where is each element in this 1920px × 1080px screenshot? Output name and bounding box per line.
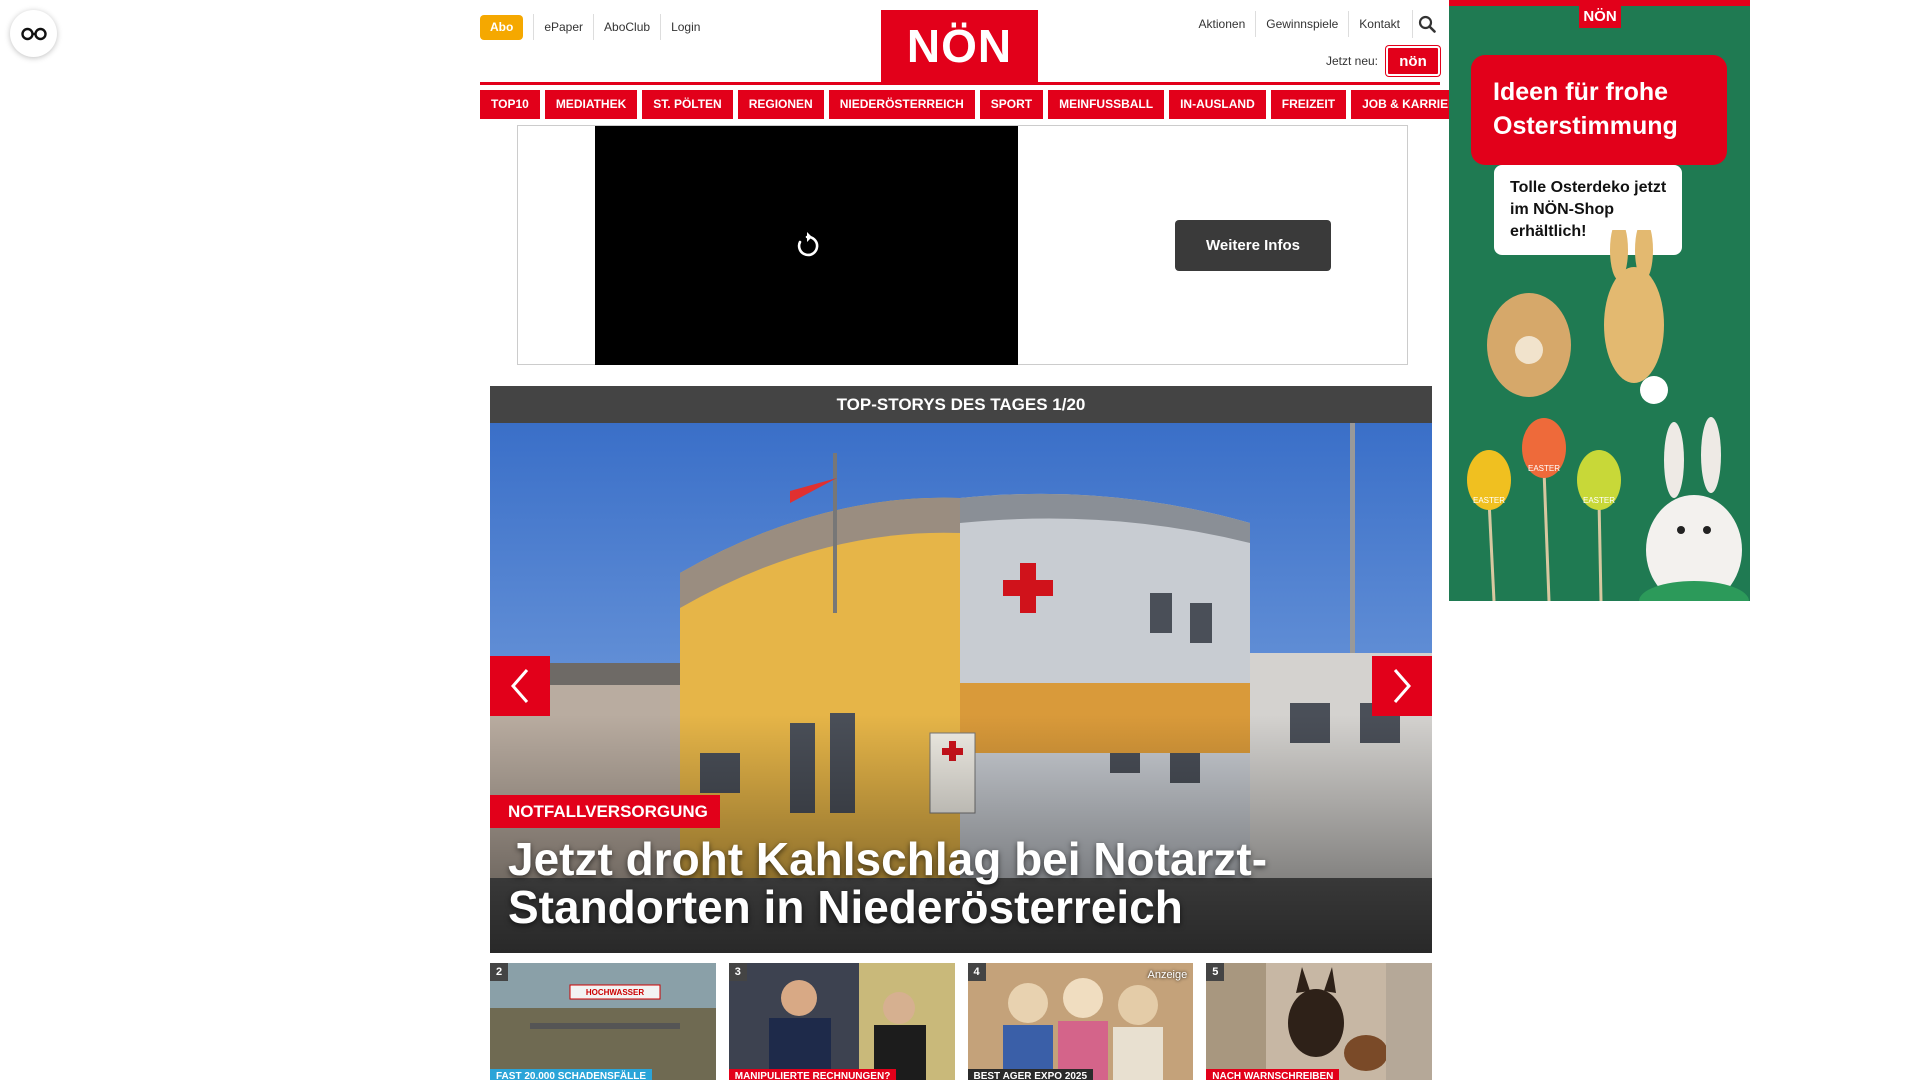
epaper-link[interactable]: ePaper [533,14,593,40]
jetzt-neu-promo[interactable]: Jetzt neu: nön [1326,46,1440,76]
header: Abo ePaper AboClub Login NÖN Aktionen Ge… [480,0,1440,82]
nav-item-mediathek[interactable]: MEDIATHEK [544,90,638,119]
hochwasser-sign-text: HOCHWASSER [586,988,644,997]
nav-item-sport[interactable]: SPORT [979,90,1044,119]
search-icon [1418,15,1436,33]
story-thumb-label: MANIPULIERTE RECHNUNGEN? [728,1069,897,1080]
reader-mode-button[interactable] [10,10,57,57]
ad-headline: Ideen für frohe Osterstimmung [1471,55,1727,165]
story-thumb-label: FAST 20.000 SCHADENSFÄLLE [490,1069,653,1080]
nav-item-meinfussball[interactable]: MEINFUSSBALL [1048,90,1165,119]
site-container: Abo ePaper AboClub Login NÖN Aktionen Ge… [480,0,1476,1080]
login-link[interactable]: Login [660,14,710,40]
story-number: 2 [490,963,508,981]
story-thumb-label: NACH WARNSCHREIBEN [1206,1069,1340,1080]
chevron-left-icon [511,669,529,703]
abo-button[interactable]: Abo [480,14,524,40]
story-number: 3 [728,963,747,981]
prev-story-button[interactable] [490,656,550,716]
egg-label: EASTER [1473,496,1505,505]
nav-item-in-ausland[interactable]: IN-AUSLAND [1169,90,1266,119]
story-thumb-5[interactable]: 5 NACH WARNSCHREIBEN [1206,963,1432,1080]
nav-item-top10[interactable]: TOP10 [480,90,540,119]
nav-item-niederoesterreich[interactable]: NIEDERÖSTERREICH [828,90,975,119]
story-thumb-3[interactable]: 3 MANIPULIERTE RECHNUNGEN? [728,963,955,1080]
thumb-image-dogs [1206,963,1432,1080]
top-stories-heading: TOP-STORYS DES TAGES 1/20 [490,386,1432,423]
nav-item-regionen[interactable]: REGIONEN [737,90,824,119]
video-ad: Weitere Infos [517,125,1408,365]
main-nav: TOP10 MEDIATHEK ST. PÖLTEN REGIONEN NIED… [480,90,1476,119]
top-nav-left: Abo ePaper AboClub Login [480,14,710,40]
hero-story[interactable]: NOTFALLVERSORGUNG Jetzt droht Kahlschlag… [490,423,1432,953]
nav-item-freizeit[interactable]: FREIZEIT [1270,90,1347,119]
gewinnspiele-link[interactable]: Gewinnspiele [1255,11,1348,37]
story-number: 5 [1206,963,1225,981]
thumb-image-flood: HOCHWASSER [490,963,716,1080]
header-divider [480,82,1440,85]
story-thumb-4[interactable]: 4 Anzeige BEST AGER EXPO 2025 [967,963,1194,1080]
top-stories: TOP-STORYS DES TAGES 1/20 NOTFALLVERSORG… [490,386,1432,1080]
ad-marker: Anzeige [1147,969,1188,981]
promo-badge[interactable]: nön [1386,46,1440,76]
thumb-image-people [728,963,955,1080]
search-button[interactable] [1412,10,1440,38]
jetzt-neu-label: Jetzt neu: [1325,54,1378,68]
easter-decoration-image: EASTER EASTER EASTER [1467,230,1749,601]
egg-label: EASTER [1583,496,1615,505]
chevron-right-icon [1393,669,1411,703]
next-story-button[interactable] [1372,656,1432,716]
story-thumbnails: HOCHWASSER 2 FAST 20.000 SCHADENSFÄLLE 3… [490,963,1432,1080]
side-advertisement[interactable]: NÖN Ideen für frohe Osterstimmung Tolle … [1449,0,1750,601]
story-thumb-2[interactable]: HOCHWASSER 2 FAST 20.000 SCHADENSFÄLLE [490,963,716,1080]
story-number: 4 [967,963,986,981]
ad-logo: NÖN [1579,6,1621,28]
kontakt-link[interactable]: Kontakt [1348,11,1410,37]
top-nav-right: Aktionen Gewinnspiele Kontakt [1189,10,1440,38]
glasses-icon [20,27,47,40]
hero-title[interactable]: Jetzt droht Kahlschlag bei Notarzt-Stand… [508,835,1408,931]
replay-icon[interactable] [792,231,822,261]
more-info-button[interactable]: Weitere Infos [1175,220,1331,271]
hero-kicker: NOTFALLVERSORGUNG [490,795,720,828]
story-thumb-label: BEST AGER EXPO 2025 [967,1069,1094,1080]
nav-item-st-poelten[interactable]: ST. PÖLTEN [642,90,733,119]
aboclub-link[interactable]: AboClub [593,14,660,40]
aktionen-link[interactable]: Aktionen [1189,11,1256,37]
video-player[interactable] [595,126,1018,365]
site-logo[interactable]: NÖN [881,10,1038,82]
egg-label: EASTER [1528,464,1560,473]
